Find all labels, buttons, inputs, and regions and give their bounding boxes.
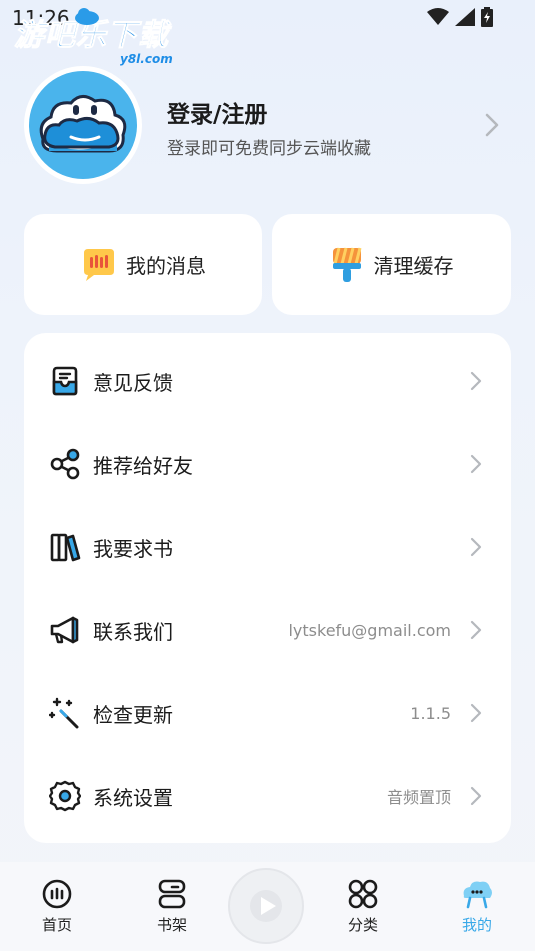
message-icon — [84, 248, 114, 281]
cloud-mascot-icon — [39, 95, 127, 153]
signal-icon — [455, 8, 475, 26]
version-value: 1.1.5 — [410, 703, 451, 723]
gear-icon — [48, 779, 82, 813]
menu-label-feedback: 意见反馈 — [93, 370, 173, 395]
cloud-logo-icon — [75, 8, 99, 25]
chevron-right-icon[interactable] — [484, 112, 500, 138]
nav-profile-label: 我的 — [461, 916, 492, 934]
login-subtitle: 登录即可免费同步云端收藏 — [167, 139, 371, 159]
chevron-right-icon — [470, 537, 482, 557]
menu-item-check-update[interactable]: 检查更新 1.1.5 — [24, 683, 511, 743]
avatar[interactable] — [24, 66, 142, 184]
wifi-icon — [427, 8, 449, 25]
home-icon — [42, 879, 72, 909]
share-icon — [48, 447, 82, 481]
chevron-right-icon — [470, 620, 482, 640]
settings-value: 音频置顶 — [386, 788, 451, 807]
login-register-title[interactable]: 登录/注册 — [167, 95, 267, 129]
bottom-nav: 首页 书架 分类 我的 — [0, 862, 535, 951]
settings-menu: 意见反馈 推荐给好友 我要求书 联系我们 lytskefu@gmail.com … — [24, 333, 511, 843]
watermark-sub: y8l.com — [120, 52, 173, 66]
books-icon — [48, 530, 82, 564]
audio-play-button[interactable] — [228, 868, 304, 944]
battery-icon — [481, 7, 493, 27]
menu-label-settings: 系统设置 — [93, 785, 173, 810]
clear-cache-label: 清理缓存 — [373, 254, 454, 278]
chevron-right-icon — [470, 703, 482, 723]
chevron-right-icon — [470, 454, 482, 474]
magic-wand-icon — [48, 696, 82, 730]
category-icon — [348, 879, 378, 909]
watermark-logo: 游吧乐下载 y8l.com — [14, 8, 173, 66]
menu-label-contact: 联系我们 — [93, 619, 173, 644]
my-messages-card[interactable]: 我的消息 — [24, 214, 262, 315]
nav-bookshelf-label: 书架 — [156, 916, 187, 934]
nav-category-label: 分类 — [347, 916, 378, 934]
contact-email: lytskefu@gmail.com — [288, 620, 451, 640]
chevron-right-icon — [470, 371, 482, 391]
megaphone-icon — [48, 613, 82, 647]
profile-icon — [463, 881, 492, 909]
nav-category[interactable]: 分类 — [333, 878, 393, 935]
play-icon — [250, 890, 282, 922]
menu-item-contact[interactable]: 联系我们 lytskefu@gmail.com — [24, 600, 511, 660]
my-messages-label: 我的消息 — [126, 254, 206, 278]
brush-icon — [332, 247, 361, 282]
menu-item-settings[interactable]: 系统设置 音频置顶 — [24, 766, 511, 826]
nav-bookshelf[interactable]: 书架 — [142, 878, 202, 935]
feedback-icon — [48, 364, 82, 398]
nav-profile[interactable]: 我的 — [447, 878, 507, 935]
status-icons — [427, 7, 493, 27]
nav-home-label: 首页 — [41, 916, 72, 934]
menu-label-check-update: 检查更新 — [93, 702, 173, 727]
menu-item-recommend[interactable]: 推荐给好友 — [24, 434, 511, 494]
menu-label-recommend: 推荐给好友 — [93, 453, 193, 478]
menu-item-request-book[interactable]: 我要求书 — [24, 517, 511, 577]
nav-home[interactable]: 首页 — [27, 878, 87, 935]
menu-item-feedback[interactable]: 意见反馈 — [24, 351, 511, 411]
clear-cache-card[interactable]: 清理缓存 — [272, 214, 511, 315]
bookshelf-icon — [158, 879, 186, 909]
menu-label-request-book: 我要求书 — [93, 536, 173, 561]
avatar-image — [29, 71, 137, 179]
chevron-right-icon — [470, 786, 482, 806]
